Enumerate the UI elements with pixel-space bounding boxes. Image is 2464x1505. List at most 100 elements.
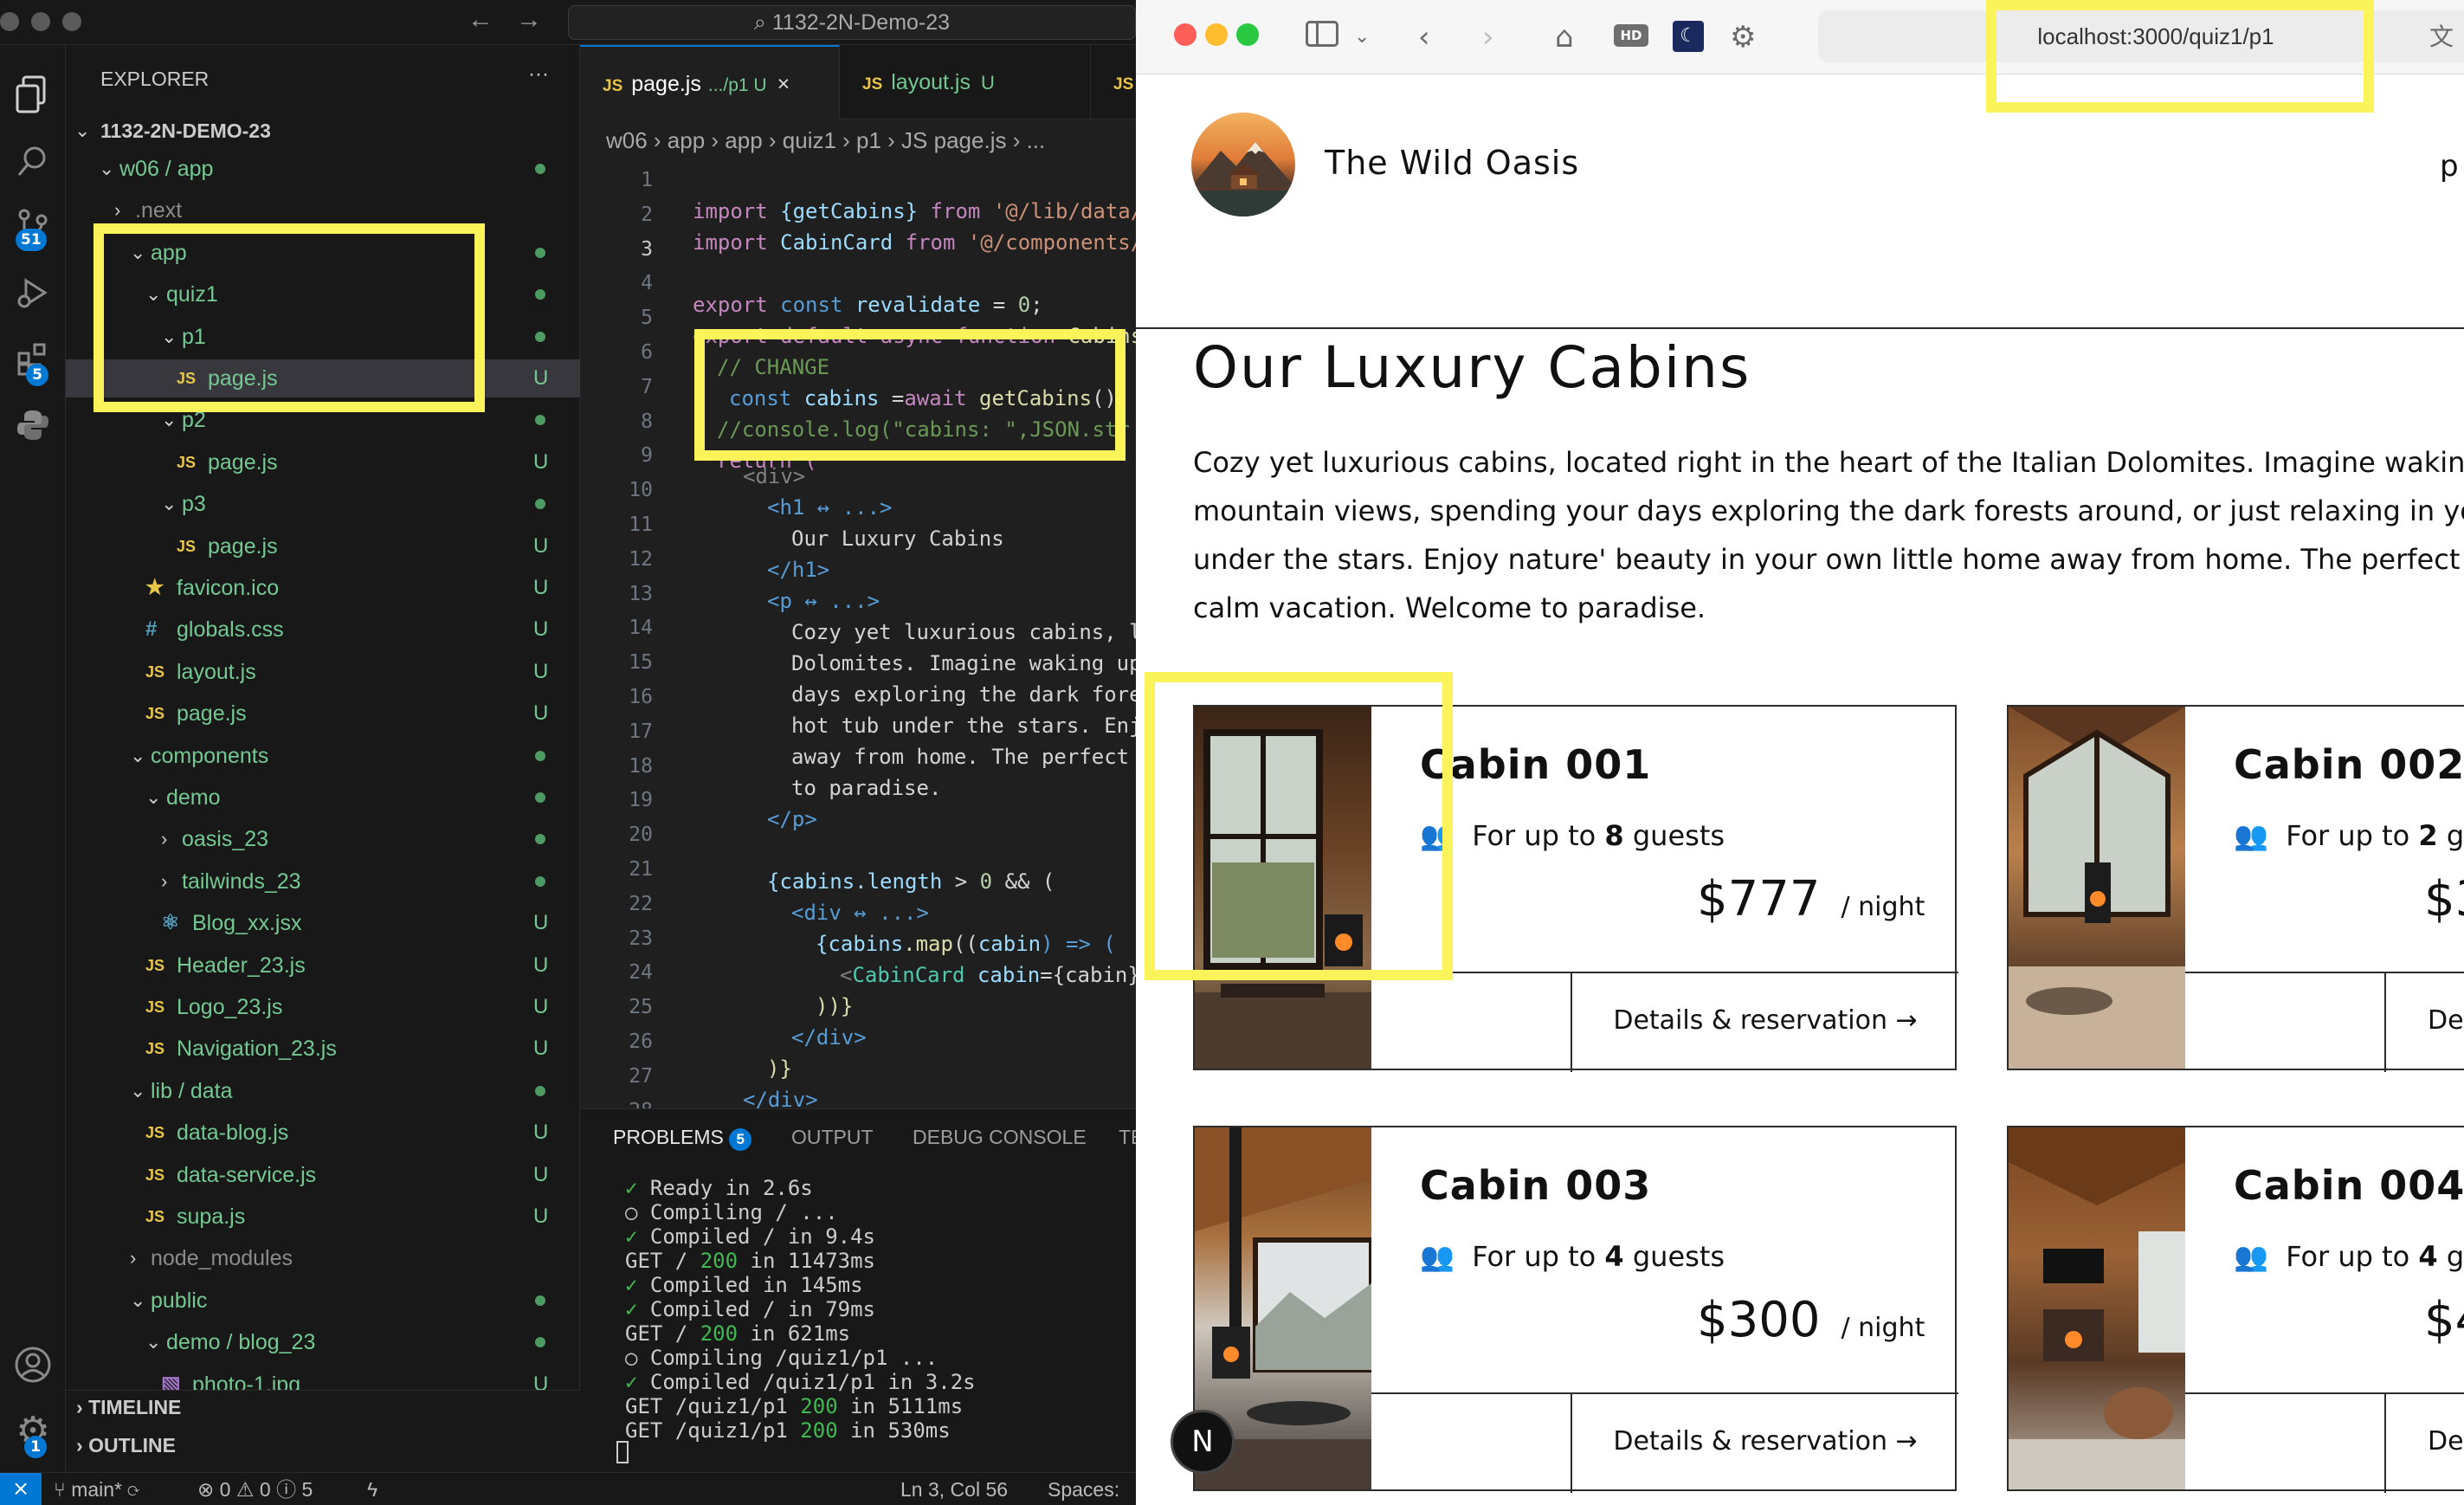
code-line-24[interactable]: {cabins.length > 0 && ( <box>767 866 1055 897</box>
tree-item[interactable]: ⚛ Blog_xx.jsx U <box>66 904 580 942</box>
code-line-18[interactable]: days exploring the dark fore <box>791 679 1142 710</box>
code-line-17[interactable]: Dolomites. Imagine waking up <box>791 648 1142 679</box>
code-line-25[interactable]: <div ↔ ...> <box>791 897 929 928</box>
command-center-search[interactable]: ⌕ 1132-2N-Demo-23 <box>568 5 1136 40</box>
code-line-22[interactable]: </p> <box>767 804 817 835</box>
code-line-14[interactable]: </h1> <box>767 554 829 585</box>
tree-item[interactable]: JS Navigation_23.js U <box>66 1030 580 1068</box>
info-icon: ⓘ <box>276 1478 302 1501</box>
tree-item[interactable]: ⌄ public <box>66 1282 580 1320</box>
close-button[interactable] <box>1174 23 1197 46</box>
back-arrow-icon[interactable]: ← <box>468 5 493 35</box>
breadcrumb[interactable]: w06 › app › app › quiz1 › p1 › JS page.j… <box>606 119 1045 161</box>
code-line-28[interactable]: ))} <box>816 991 853 1022</box>
minimize-dot[interactable] <box>31 12 50 31</box>
tree-item[interactable]: JS data-service.js U <box>66 1156 580 1194</box>
tab-page-js[interactable]: JS page.js .../p1 U × <box>580 45 840 119</box>
tree-item[interactable]: ⌄ lib / data <box>66 1072 580 1110</box>
tree-item[interactable]: JS page.js U <box>66 694 580 733</box>
code-line-11[interactable]: <div> <box>743 461 805 492</box>
code-line-30[interactable]: )} <box>767 1053 792 1084</box>
minimize-button[interactable] <box>1205 23 1228 46</box>
manage-gear-icon[interactable]: ⚙ 1 <box>0 1398 66 1463</box>
tree-item[interactable]: JS Header_23.js U <box>66 946 580 985</box>
forward-arrow-icon[interactable]: → <box>516 5 542 35</box>
branch-indicator[interactable]: ⑂ main* ⟳ <box>54 1473 139 1505</box>
git-status-dot <box>535 750 545 761</box>
details-reservation-link[interactable]: Details & reservation → <box>1572 1394 1958 1491</box>
sidebar-toggle-icon[interactable] <box>1306 21 1338 47</box>
code-line-29[interactable]: </div> <box>791 1022 867 1053</box>
code-line-12[interactable]: <h1 ↔ ...> <box>767 492 893 523</box>
cursor-position[interactable]: Ln 3, Col 56 <box>900 1473 1008 1505</box>
tab-debug-console[interactable]: DEBUG CONSOLE <box>913 1126 1087 1149</box>
tree-item[interactable]: ★ favicon.ico U <box>66 569 580 607</box>
remote-icon[interactable]: ⨯ <box>0 1473 42 1505</box>
account-icon[interactable] <box>0 1332 66 1398</box>
tab-partial[interactable]: JSpa <box>1091 45 1166 119</box>
logo[interactable] <box>1191 113 1295 216</box>
tree-item[interactable]: # globals.css U <box>66 610 580 649</box>
close-icon[interactable]: × <box>777 72 790 96</box>
code-line-27[interactable]: <CabinCard cabin={cabin} <box>840 959 1140 991</box>
tree-item[interactable]: ⌄ demo / blog_23 <box>66 1323 580 1361</box>
details-reservation-link[interactable]: Details & reservation → <box>1572 973 1958 1070</box>
tree-item[interactable]: ⌄ w06 / app <box>66 150 580 188</box>
settings-gear-icon[interactable]: ⚙ <box>1730 0 1756 74</box>
tab-problems[interactable]: PROBLEMS 5 <box>613 1126 752 1151</box>
back-icon[interactable]: ‹ <box>1418 0 1430 74</box>
zoom-button[interactable] <box>1236 23 1259 46</box>
code-line-3[interactable]: import CabinCard from '@/components/ <box>693 227 1143 258</box>
dark-mode-extension-icon[interactable]: ☾ <box>1673 21 1704 52</box>
nextjs-dev-badge[interactable]: N <box>1171 1410 1235 1474</box>
lightning-icon[interactable]: ϟ <box>367 1473 377 1505</box>
tree-item[interactable]: JS supa.js U <box>66 1198 580 1236</box>
tab-layout-js[interactable]: JS layout.js U <box>840 45 1091 119</box>
code-line-20[interactable]: away from home. The perfect <box>791 741 1129 772</box>
outline-section[interactable]: › OUTLINE <box>76 1434 176 1457</box>
problems-indicator[interactable]: ⊗ 0 ⚠ 0 ⓘ 5 <box>197 1473 313 1505</box>
tab-output[interactable]: OUTPUT <box>791 1126 874 1149</box>
terminal-cursor <box>616 1441 629 1463</box>
tree-item[interactable]: JS page.js U <box>66 443 580 481</box>
python-icon[interactable] <box>0 391 66 457</box>
tree-item[interactable]: ⌄ components <box>66 737 580 775</box>
brand-name[interactable]: The Wild Oasis <box>1325 144 1579 182</box>
details-reservation-link[interactable]: De <box>2386 1394 2464 1491</box>
forward-icon[interactable]: › <box>1482 0 1494 74</box>
extensions-icon[interactable]: 5 <box>0 326 66 391</box>
nav-partial[interactable]: p <box>2440 149 2459 184</box>
tree-item[interactable]: › node_modules <box>66 1239 580 1277</box>
search-icon[interactable] <box>0 128 66 194</box>
tree-item[interactable]: JS page.js U <box>66 527 580 565</box>
run-debug-icon[interactable] <box>0 260 66 326</box>
code-line-13[interactable]: Our Luxury Cabins <box>791 523 1004 554</box>
code-line-26[interactable]: {cabins.map((cabin) => ( <box>816 928 1116 959</box>
tree-item[interactable]: ⌄ p3 <box>66 485 580 523</box>
tree-item[interactable]: › tailwinds_23 <box>66 862 580 901</box>
indentation[interactable]: Spaces: <box>1048 1473 1119 1505</box>
hd-extension-icon[interactable]: HD <box>1614 24 1648 47</box>
tree-item[interactable]: › oasis_23 <box>66 820 580 858</box>
code-line-16[interactable]: Cozy yet luxurious cabins, l <box>791 617 1142 648</box>
source-control-icon[interactable]: 51 <box>0 194 66 260</box>
timeline-section[interactable]: › TIMELINE <box>76 1396 181 1419</box>
details-reservation-link[interactable]: De <box>2386 973 2464 1070</box>
code-line-19[interactable]: hot tub under the stars. Enj <box>791 710 1142 741</box>
code-line-2[interactable]: import {getCabins} from '@/lib/data/ <box>693 196 1143 227</box>
tree-item[interactable]: JS data-blog.js U <box>66 1114 580 1152</box>
tree-item[interactable]: ⌄ demo <box>66 778 580 817</box>
close-dot[interactable] <box>0 12 19 31</box>
more-actions-icon[interactable]: ··· <box>528 62 549 87</box>
code-line-5[interactable]: export const revalidate = 0; <box>693 289 1043 320</box>
explorer-icon[interactable] <box>0 62 66 128</box>
zoom-dot[interactable] <box>62 12 81 31</box>
workspace-root[interactable]: ⌄ 1132-2N-DEMO-23 <box>66 112 580 150</box>
code-line-21[interactable]: to paradise. <box>791 772 941 804</box>
translate-icon[interactable]: 文 <box>2429 0 2454 74</box>
tree-item[interactable]: JS Logo_23.js U <box>66 988 580 1026</box>
tree-item[interactable]: JS layout.js U <box>66 653 580 691</box>
chevron-down-icon[interactable]: ⌄ <box>1354 0 1370 74</box>
home-icon[interactable]: ⌂ <box>1555 0 1574 74</box>
code-line-15[interactable]: <p ↔ ...> <box>767 585 880 617</box>
